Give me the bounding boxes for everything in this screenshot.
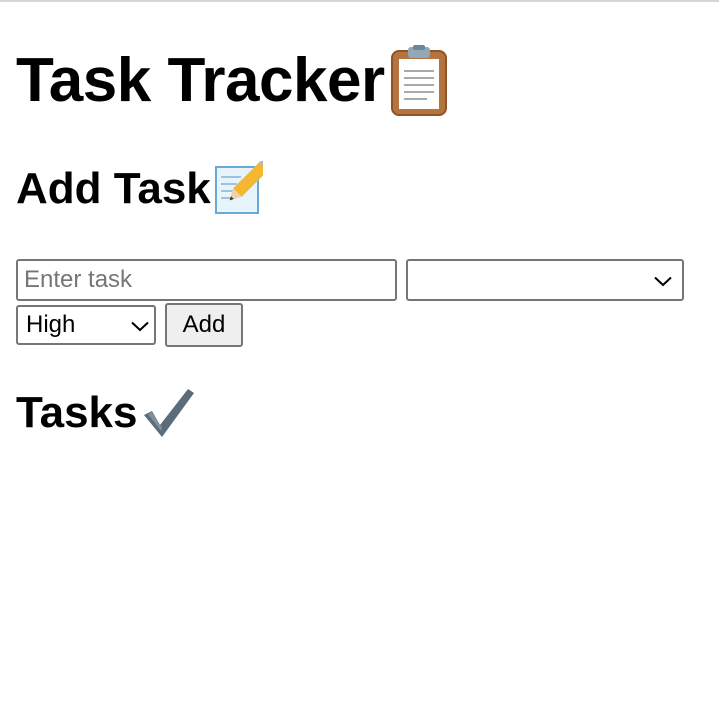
check-mark-icon (140, 385, 196, 441)
clipboard-icon (389, 45, 449, 117)
add-button[interactable]: Add (165, 303, 243, 347)
category-select[interactable] (406, 259, 684, 301)
memo-pencil-icon (213, 161, 263, 217)
chevron-down-icon (131, 311, 149, 339)
page-title-text: Task Tracker (16, 46, 385, 115)
chevron-down-icon (654, 266, 672, 294)
add-task-heading-text: Add Task (16, 164, 211, 213)
task-input[interactable] (16, 259, 397, 301)
add-task-heading: Add Task (16, 161, 263, 217)
tasks-heading: Tasks (16, 385, 196, 441)
window-top-border (0, 0, 719, 2)
page-title: Task Tracker (16, 44, 449, 118)
tasks-heading-text: Tasks (16, 388, 138, 437)
priority-select-value: High (26, 311, 76, 338)
priority-select[interactable]: High (16, 305, 156, 345)
